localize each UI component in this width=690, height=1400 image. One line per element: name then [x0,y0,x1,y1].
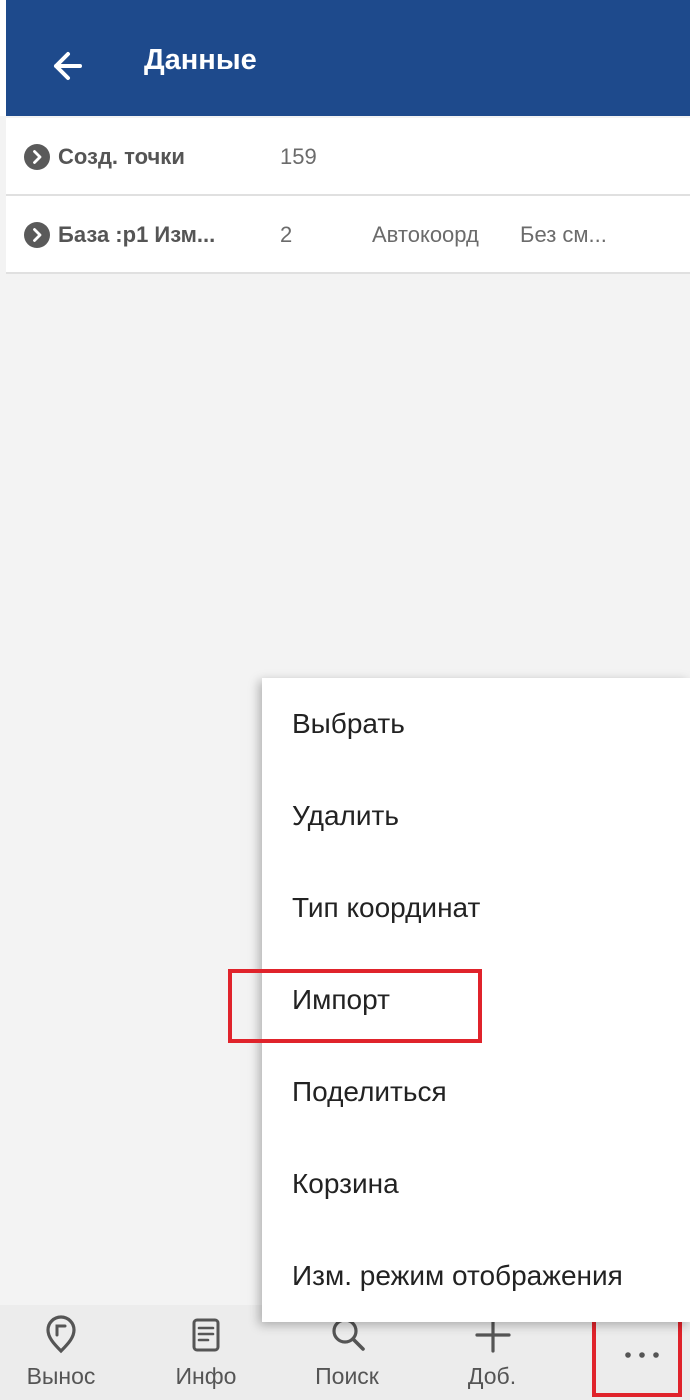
app-header: Данные [0,0,690,116]
menu-item-label: Корзина [292,1168,399,1199]
menu-item-label: Изм. режим отображения [292,1260,623,1291]
nav-info-button[interactable]: Инфо [151,1305,261,1400]
menu-item-label: Поделиться [292,1076,447,1107]
list-item-coord-mode: Автокоорд [372,222,479,247]
chevron-right-circle-icon[interactable] [24,144,50,170]
menu-item-share[interactable]: Поделиться [262,1046,690,1138]
nav-info-label: Инфо [175,1363,237,1389]
back-button[interactable] [44,40,96,92]
list-item-offset: Без см... [520,222,607,247]
nav-search-label: Поиск [315,1363,379,1389]
header-edge [0,0,6,116]
list-item-count: 2 [280,222,293,247]
menu-item-label: Выбрать [292,708,405,739]
chevron-right-circle-icon[interactable] [24,222,50,248]
nav-stakeout-label: Вынос [26,1363,96,1389]
page-title: Данные [144,44,257,76]
list-item-name: База :p1 Изм... [58,222,216,247]
menu-item-label: Удалить [292,800,399,831]
nav-stakeout-button[interactable]: Вынос [6,1305,116,1400]
list-item-count: 159 [280,144,317,169]
import-highlight-box [228,969,482,1043]
nav-add-label: Доб. [467,1363,517,1389]
menu-item-display-mode[interactable]: Изм. режим отображения [262,1230,690,1322]
menu-item-select[interactable]: Выбрать [262,678,690,770]
menu-item-delete[interactable]: Удалить [262,770,690,862]
back-arrow-icon [54,52,82,80]
menu-item-coordinate-type[interactable]: Тип координат [262,862,690,954]
stakeout-pin-icon [46,1315,76,1354]
list-item[interactable]: База :p1 Изм... 2 Автокоорд Без см... [6,196,690,274]
list-item-name: Созд. точки [58,144,185,169]
menu-item-label: Тип координат [292,892,481,923]
list-item[interactable]: Созд. точки 159 [6,118,690,196]
info-document-icon [192,1318,220,1352]
menu-item-trash[interactable]: Корзина [262,1138,690,1230]
